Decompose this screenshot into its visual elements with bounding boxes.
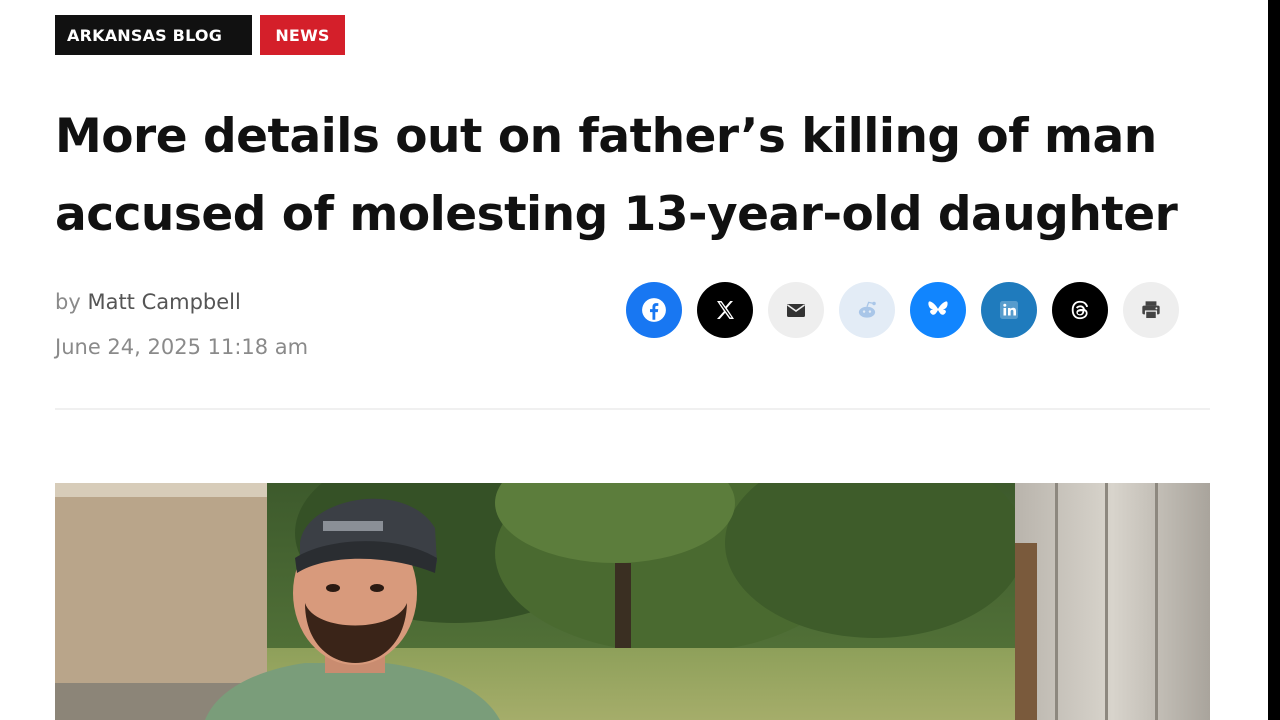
byline-prefix: by <box>55 290 81 314</box>
print-icon <box>1142 301 1160 320</box>
share-facebook-button[interactable] <box>626 282 682 338</box>
x-icon <box>717 301 734 319</box>
share-email-button[interactable] <box>768 282 824 338</box>
share-reddit-button[interactable] <box>839 282 895 338</box>
print-button[interactable] <box>1123 282 1179 338</box>
window-edge <box>1268 0 1280 720</box>
category-tags: ARKANSAS BLOG NEWS <box>55 15 345 55</box>
byline: by Matt Campbell <box>55 290 241 314</box>
reddit-icon <box>858 301 876 318</box>
facebook-icon <box>642 298 666 322</box>
share-linkedin-button[interactable] <box>981 282 1037 338</box>
share-x-button[interactable] <box>697 282 753 338</box>
share-threads-button[interactable] <box>1052 282 1108 338</box>
share-bar <box>626 282 1179 338</box>
publish-date: June 24, 2025 11:18 am <box>55 335 309 359</box>
share-bluesky-button[interactable] <box>910 282 966 338</box>
tag-news[interactable]: NEWS <box>260 15 345 55</box>
byline-divider <box>55 408 1210 410</box>
article-headline: More details out on father’s killing of … <box>55 98 1235 254</box>
headline-line-2: accused of molesting 13-year-old daughte… <box>55 187 1178 242</box>
tag-arkansas-blog[interactable]: ARKANSAS BLOG <box>55 15 252 55</box>
threads-icon <box>1071 300 1089 320</box>
bluesky-icon <box>928 301 948 315</box>
author-link[interactable]: Matt Campbell <box>87 290 240 314</box>
linkedin-icon <box>1000 301 1018 319</box>
email-icon <box>787 304 805 317</box>
headline-line-1: More details out on father’s killing of … <box>55 109 1157 164</box>
hero-photo <box>55 483 1210 720</box>
article-hero-image <box>55 483 1210 720</box>
